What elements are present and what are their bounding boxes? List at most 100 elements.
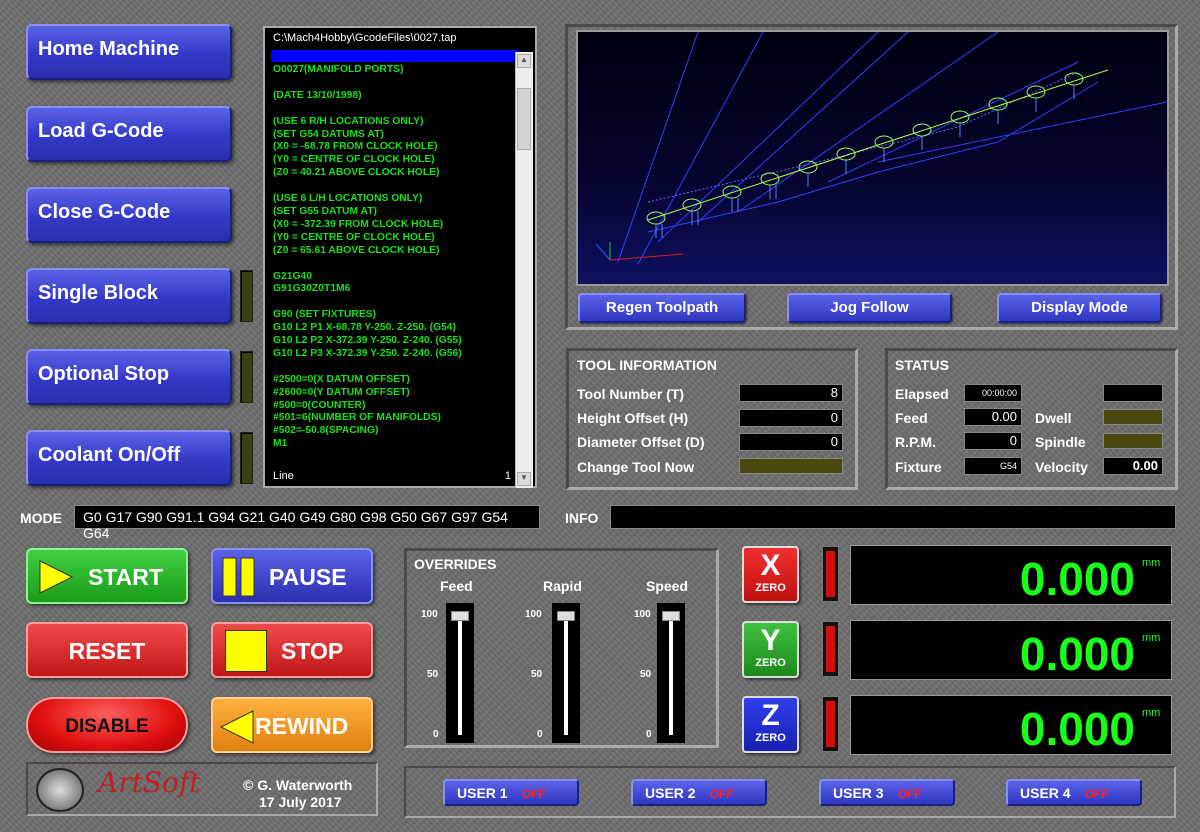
current-line-highlight [271, 50, 519, 62]
disable-button[interactable]: DISABLE [26, 697, 188, 753]
elapsed-value: 00:00:00 [964, 384, 1022, 402]
z-unit: mm [1142, 707, 1161, 719]
gcode-lines: O0027(MANIFOLD PORTS) (DATE 13/10/1998) … [273, 64, 462, 450]
speed-override-label: Speed [646, 578, 689, 594]
feed-tick-0: 0 [433, 729, 439, 740]
feed-label: Feed [895, 410, 928, 426]
home-machine-button[interactable]: Home Machine [26, 24, 232, 80]
stop-button[interactable]: STOP [211, 622, 373, 678]
start-icon [39, 560, 74, 594]
user-2-label: USER 2 [645, 785, 696, 801]
z-axis-letter: Z [761, 699, 780, 732]
feed-override-label: Feed [440, 578, 473, 594]
rapid-tick-0: 0 [537, 729, 543, 740]
diameter-offset-value[interactable]: 0 [739, 433, 843, 451]
rapid-override-slider[interactable] [552, 603, 580, 743]
line-label: Line [273, 470, 294, 482]
reset-button[interactable]: RESET [26, 622, 188, 678]
y-axis-led [822, 621, 839, 677]
rewind-button[interactable]: REWIND [211, 697, 373, 753]
feed-slider-track [458, 615, 462, 735]
x-zero-button[interactable]: X ZERO [742, 546, 799, 603]
gcode-viewer[interactable]: C:\Mach4Hobby\GcodeFiles\0027.tap O0027(… [263, 26, 537, 488]
artsoft-seal-icon [36, 768, 84, 812]
height-offset-value[interactable]: 0 [739, 409, 843, 427]
feed-override-slider[interactable] [446, 603, 474, 743]
gcode-scrollbar[interactable]: ▲ ▼ [515, 52, 533, 488]
rapid-slider-track [564, 615, 568, 735]
user-3-label: USER 3 [833, 785, 884, 801]
change-tool-button[interactable] [739, 458, 843, 474]
regen-toolpath-button[interactable]: Regen Toolpath [578, 293, 746, 323]
feed-value: 0.00 [964, 408, 1022, 426]
single-block-button[interactable]: Single Block [26, 268, 232, 324]
dwell-label: Dwell [1035, 410, 1072, 426]
status-blank-dro [1103, 384, 1163, 402]
x-axis-letter: X [760, 549, 781, 582]
scroll-thumb[interactable] [517, 88, 531, 150]
fixture-value: G54 [964, 457, 1022, 475]
credit-text: © G. Waterworth [243, 777, 353, 793]
feed-slider-knob[interactable] [451, 611, 469, 621]
rewind-icon [219, 710, 254, 744]
z-axis-dro[interactable]: 0.000 [850, 695, 1172, 755]
scroll-up-icon[interactable]: ▲ [517, 54, 531, 68]
status-title: STATUS [895, 357, 949, 373]
user-1-state: OFF [521, 787, 546, 801]
gcode-file-path: C:\Mach4Hobby\GcodeFiles\0027.tap [273, 32, 457, 44]
speed-tick-50: 50 [640, 669, 652, 680]
speed-tick-0: 0 [646, 729, 652, 740]
pause-button[interactable]: PAUSE [211, 548, 373, 604]
rapid-override-label: Rapid [543, 578, 582, 594]
info-label: INFO [565, 510, 599, 526]
x-zero-label: ZERO [755, 582, 786, 594]
z-zero-button[interactable]: Z ZERO [742, 696, 799, 753]
toolpath-display[interactable] [576, 30, 1169, 286]
z-axis-led [822, 696, 839, 752]
x-axis-dro[interactable]: 0.000 [850, 545, 1172, 605]
elapsed-label: Elapsed [895, 386, 949, 402]
user-3-state: OFF [897, 787, 922, 801]
rapid-slider-knob[interactable] [557, 611, 575, 621]
display-mode-button[interactable]: Display Mode [997, 293, 1162, 323]
overrides-title: OVERRIDES [414, 556, 497, 572]
user-3-button[interactable]: USER 3 OFF [819, 779, 955, 806]
optional-stop-button[interactable]: Optional Stop [26, 349, 232, 405]
spindle-indicator [1103, 433, 1163, 449]
spindle-label: Spindle [1035, 434, 1086, 450]
user-1-button[interactable]: USER 1 OFF [443, 779, 579, 806]
pause-label: PAUSE [269, 564, 347, 590]
jog-follow-button[interactable]: Jog Follow [787, 293, 952, 323]
y-axis-dro[interactable]: 0.000 [850, 620, 1172, 680]
change-tool-label: Change Tool Now [577, 459, 695, 475]
velocity-label: Velocity [1035, 459, 1088, 475]
start-button[interactable]: START [26, 548, 188, 604]
single-block-led [240, 270, 253, 322]
y-axis-letter: Y [760, 624, 781, 657]
mode-label: MODE [20, 510, 62, 526]
tool-info-title: TOOL INFORMATION [577, 357, 717, 373]
y-zero-button[interactable]: Y ZERO [742, 621, 799, 678]
y-zero-label: ZERO [755, 657, 786, 669]
speed-override-slider[interactable] [657, 603, 685, 743]
stop-icon [225, 630, 267, 672]
feed-tick-50: 50 [427, 669, 439, 680]
info-value [610, 505, 1176, 529]
credit-date: 17 July 2017 [259, 794, 342, 810]
speed-slider-knob[interactable] [662, 611, 680, 621]
load-gcode-button[interactable]: Load G-Code [26, 106, 232, 162]
stop-label: STOP [281, 638, 344, 664]
x-axis-led [822, 546, 839, 602]
speed-slider-track [669, 615, 673, 735]
line-indicator: Line 1 [265, 468, 517, 486]
tool-number-value[interactable]: 8 [739, 384, 843, 402]
rpm-label: R.P.M. [895, 434, 936, 450]
user-4-button[interactable]: USER 4 OFF [1006, 779, 1142, 806]
user-2-button[interactable]: USER 2 OFF [631, 779, 767, 806]
z-zero-label: ZERO [755, 732, 786, 744]
coolant-button[interactable]: Coolant On/Off [26, 430, 232, 486]
x-unit: mm [1142, 557, 1161, 569]
scroll-down-icon[interactable]: ▼ [517, 472, 531, 486]
close-gcode-button[interactable]: Close G-Code [26, 187, 232, 243]
user-2-state: OFF [709, 787, 734, 801]
